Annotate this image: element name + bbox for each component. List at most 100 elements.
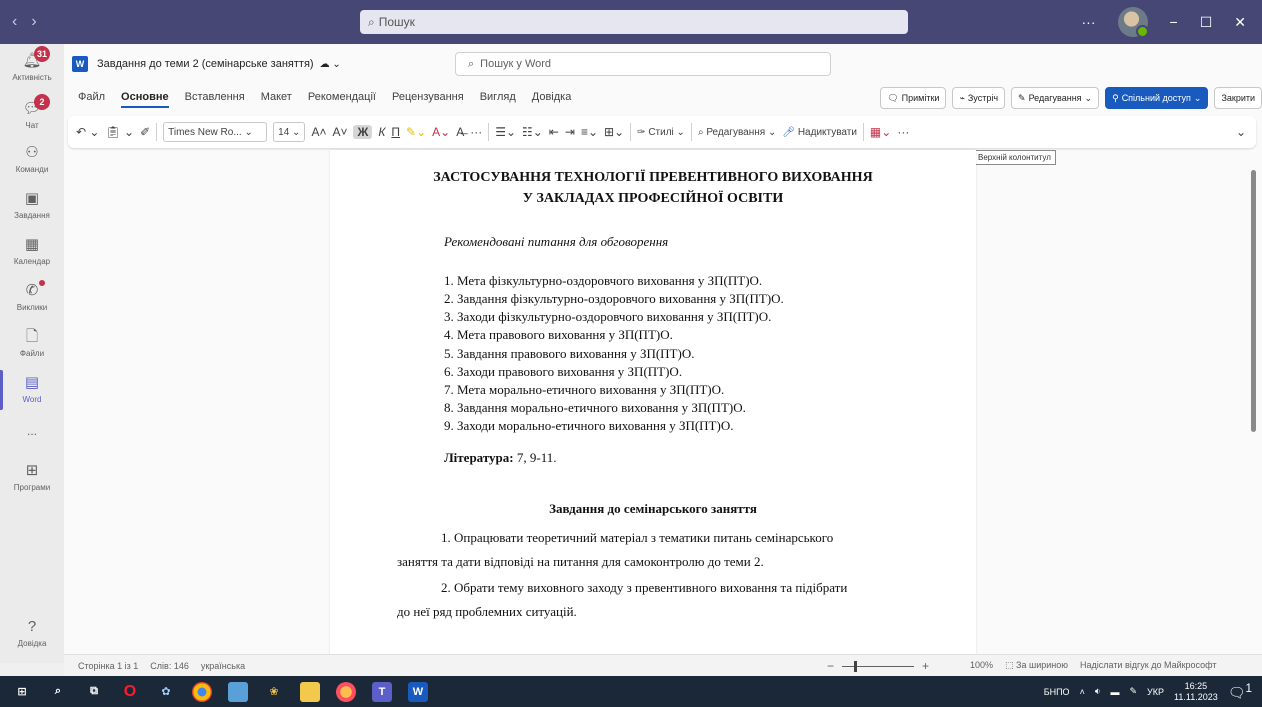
rail-item-activity[interactable]: 🔔︎ 31 Активність bbox=[0, 46, 64, 82]
question-item: 6. Заходи правового виховання у ЗП(ПТ)О. bbox=[444, 364, 683, 379]
feedback-link[interactable]: Надіслати відгук до Майкрософт bbox=[1080, 660, 1217, 671]
tab-help[interactable]: Довідка bbox=[532, 91, 572, 108]
rail-label: Команди bbox=[15, 165, 49, 174]
vertical-scrollbar[interactable] bbox=[1251, 170, 1256, 432]
maximize-button[interactable]: ☐ bbox=[1200, 14, 1213, 31]
teams-search-input[interactable]: ⌕ Пошук bbox=[360, 10, 908, 34]
share-button[interactable]: ⚲ Спільний доступ ⌄ bbox=[1105, 87, 1209, 109]
styles-button[interactable]: ✑ Стилі ⌄ bbox=[637, 127, 685, 138]
tab-review[interactable]: Рецензування bbox=[392, 91, 464, 108]
font-size-select[interactable]: 14 ⌄ bbox=[273, 122, 306, 142]
task1-line2: заняття та дати відповіді на питання для… bbox=[397, 554, 764, 569]
rail-item-teams[interactable]: ⚇ Команди bbox=[0, 144, 64, 174]
forward-arrow-icon[interactable]: › bbox=[31, 13, 36, 31]
rail-item-files[interactable]: 🗋 Файли bbox=[0, 328, 64, 358]
firefox-icon[interactable] bbox=[336, 681, 356, 702]
dictate-button[interactable]: 🎤︎ Надиктувати bbox=[782, 127, 857, 138]
opera-icon[interactable]: O bbox=[120, 682, 140, 702]
collapse-ribbon-icon[interactable]: ⌄ bbox=[1236, 125, 1246, 139]
bullets-icon[interactable]: ☰⌄ bbox=[495, 125, 516, 139]
italic-button[interactable]: К bbox=[378, 125, 385, 139]
font-color-icon[interactable]: A⌄ bbox=[432, 125, 450, 139]
more-ribbon-button[interactable]: ··· bbox=[897, 125, 909, 139]
search-icon: ⌕ bbox=[368, 14, 375, 29]
grow-font-icon[interactable]: A˄ bbox=[311, 125, 326, 139]
clipboard-icon[interactable]: 📋︎ ⌄ bbox=[105, 125, 134, 139]
rail-item-word[interactable]: ▤ Word bbox=[0, 370, 64, 410]
undo-icon[interactable]: ↶ ⌄ bbox=[76, 125, 99, 139]
word-count[interactable]: Слів: 146 bbox=[150, 661, 189, 671]
chrome-icon[interactable] bbox=[192, 681, 212, 702]
zoom-thumb[interactable] bbox=[854, 660, 858, 672]
rail-item-calls[interactable]: ✆ Виклики bbox=[0, 280, 64, 312]
fit-width-button[interactable]: ⬚ За шириною bbox=[1005, 660, 1068, 671]
zoom-in-button[interactable]: + bbox=[922, 659, 929, 673]
close-doc-button[interactable]: Закрити bbox=[1214, 87, 1262, 109]
tray-overflow-icon[interactable]: ˄ bbox=[1080, 687, 1085, 697]
designer-icon[interactable]: ▦⌄ bbox=[870, 125, 891, 139]
rail-item-chat[interactable]: 💬︎ 2 Чат bbox=[0, 94, 64, 130]
pen-icon[interactable]: ✎ bbox=[1130, 686, 1138, 697]
keyboard-language[interactable]: УКР bbox=[1147, 687, 1164, 697]
table-icon[interactable]: ⊞⌄ bbox=[604, 125, 624, 139]
underline-button[interactable]: П bbox=[391, 125, 400, 139]
rail-item-help[interactable]: ? Довідка bbox=[0, 618, 64, 648]
file-explorer-icon[interactable] bbox=[300, 681, 320, 702]
volume-icon[interactable]: 🔉︎ bbox=[1095, 686, 1101, 697]
minimize-button[interactable]: − bbox=[1170, 14, 1178, 30]
numbering-icon[interactable]: ☷⌄ bbox=[522, 125, 543, 139]
divider bbox=[630, 123, 632, 141]
font-family-select[interactable]: Times New Ro... ⌄ bbox=[163, 122, 268, 142]
comments-button[interactable]: 🗨︎ Примітки bbox=[880, 87, 947, 109]
input-method[interactable]: БНПО bbox=[1044, 687, 1070, 697]
windows-start-icon[interactable]: ⊞ bbox=[12, 682, 32, 702]
search-icon[interactable]: ⌕ bbox=[48, 682, 68, 702]
increase-indent-icon[interactable]: ⇥ bbox=[565, 125, 575, 139]
document-page[interactable]: ЗАСТОСУВАННЯ ТЕХНОЛОГІЇ ПРЕВЕНТИВНОГО ВИ… bbox=[330, 150, 976, 663]
notepad-icon[interactable] bbox=[228, 681, 248, 702]
zoom-level[interactable]: 100% bbox=[970, 660, 993, 671]
clear-format-icon[interactable]: A̶ bbox=[456, 125, 464, 139]
pinned-app-icon[interactable]: ✿ bbox=[156, 682, 176, 702]
tab-references[interactable]: Рекомендації bbox=[308, 91, 376, 108]
task-view-icon[interactable]: ⧉ bbox=[84, 682, 104, 702]
ribbon-toolbar: ↶ ⌄ 📋︎ ⌄ ✐ Times New Ro... ⌄ 14 ⌄ A˄ A˅ … bbox=[68, 116, 1256, 148]
more-font-icon[interactable]: ··· bbox=[470, 125, 482, 139]
tab-layout[interactable]: Макет bbox=[261, 91, 292, 108]
paint-icon[interactable]: ❀ bbox=[264, 682, 284, 702]
document-title[interactable]: Завдання до теми 2 (семінарське заняття) bbox=[97, 58, 314, 70]
bold-button[interactable]: Ж bbox=[353, 125, 373, 139]
close-window-button[interactable]: ✕ bbox=[1234, 14, 1246, 31]
back-arrow-icon[interactable]: ‹ bbox=[12, 13, 17, 31]
tab-insert[interactable]: Вставлення bbox=[185, 91, 245, 108]
find-editing-button[interactable]: ⌕ Редагування ⌄ bbox=[698, 127, 776, 138]
teams-taskbar-icon[interactable]: T bbox=[372, 681, 392, 702]
zoom-out-button[interactable]: − bbox=[827, 659, 834, 673]
avatar[interactable] bbox=[1117, 7, 1149, 38]
shrink-font-icon[interactable]: A˅ bbox=[332, 125, 347, 139]
word-taskbar-icon[interactable]: W bbox=[408, 681, 428, 702]
rail-item-assignments[interactable]: ▣ Завдання bbox=[0, 190, 64, 220]
doc-title-line1: ЗАСТОСУВАННЯ ТЕХНОЛОГІЇ ПРЕВЕНТИВНОГО ВИ… bbox=[433, 170, 873, 185]
rail-item-calendar[interactable]: ▦ Календар bbox=[0, 236, 64, 266]
tab-home[interactable]: Основне bbox=[121, 91, 169, 108]
format-painter-icon[interactable]: ✐ bbox=[140, 125, 150, 139]
tab-file[interactable]: Файл bbox=[78, 91, 105, 108]
word-search-input[interactable]: ⌕ Пошук у Word bbox=[455, 52, 831, 76]
clock[interactable]: 16:25 11.11.2023 bbox=[1174, 681, 1218, 703]
tab-view[interactable]: Вигляд bbox=[480, 91, 516, 108]
zoom-slider[interactable] bbox=[842, 660, 915, 672]
highlight-icon[interactable]: ✎⌄ bbox=[406, 125, 426, 139]
editing-mode-button[interactable]: ✎ Редагування ⌄ bbox=[1011, 87, 1100, 109]
rail-item-more[interactable]: ... bbox=[0, 424, 64, 438]
word-search-placeholder: Пошук у Word bbox=[480, 58, 552, 70]
meeting-button[interactable]: ⌁ Зустріч bbox=[952, 87, 1006, 109]
more-options-button[interactable]: ··· bbox=[1082, 14, 1096, 30]
notification-icon[interactable]: 🗨︎1 bbox=[1228, 682, 1252, 702]
network-icon[interactable]: ▬ bbox=[1111, 687, 1120, 697]
rail-item-apps[interactable]: ⊞ Програми bbox=[0, 462, 64, 492]
language[interactable]: українська bbox=[201, 661, 245, 671]
align-icon[interactable]: ≡⌄ bbox=[581, 125, 598, 139]
decrease-indent-icon[interactable]: ⇤ bbox=[549, 125, 559, 139]
sync-icon[interactable]: ☁ ⌄ bbox=[320, 59, 341, 70]
